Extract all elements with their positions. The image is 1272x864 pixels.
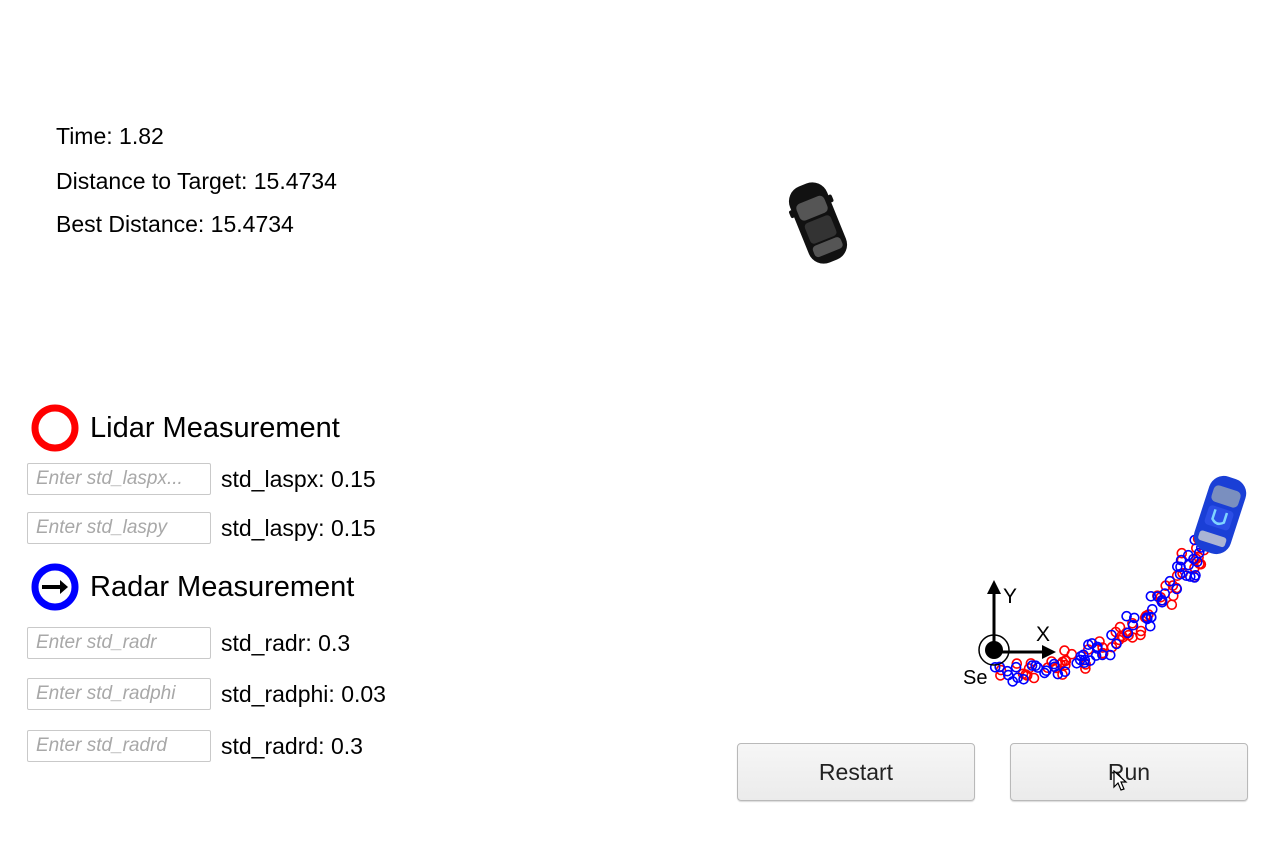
lidar-circle-icon <box>31 404 79 452</box>
target-car <box>788 182 848 264</box>
std-radr-value: std_radr: 0.3 <box>221 629 351 656</box>
std-laspx-input[interactable] <box>27 463 211 495</box>
x-axis-label: X <box>1036 623 1050 646</box>
param-row-laspy: std_laspy: 0.15 <box>27 512 418 544</box>
ego-car <box>1193 475 1247 555</box>
std-radr-input[interactable] <box>27 627 211 659</box>
radar-measurements <box>989 534 1207 687</box>
run-button[interactable]: Run <box>1010 743 1248 801</box>
lidar-legend-label: Lidar Measurement <box>90 411 340 444</box>
std-laspy-input[interactable] <box>27 512 211 544</box>
radar-legend-label: Radar Measurement <box>90 570 355 603</box>
param-row-radr: std_radr: 0.3 <box>27 627 418 659</box>
y-axis-label: Y <box>1003 585 1017 608</box>
std-radphi-input[interactable] <box>27 678 211 710</box>
sensor-origin-label: Se <box>963 667 987 689</box>
lidar-point <box>1166 599 1178 611</box>
param-row-radphi: std_radphi: 0.03 <box>27 678 418 710</box>
radar-arrow-icon <box>31 563 79 611</box>
param-row-radrd: std_radrd: 0.3 <box>27 730 418 762</box>
radar-legend: Radar Measurement <box>30 562 354 612</box>
std-laspy-value: std_laspy: 0.15 <box>221 514 376 541</box>
radar-point <box>1032 662 1044 673</box>
std-radrd-input[interactable] <box>27 730 211 762</box>
param-row-laspx: std_laspx: 0.15 <box>27 463 418 495</box>
std-radrd-value: std_radrd: 0.3 <box>221 732 363 759</box>
std-laspx-value: std_laspx: 0.15 <box>221 465 376 492</box>
restart-button[interactable]: Restart <box>737 743 975 801</box>
lidar-legend: Lidar Measurement <box>30 403 340 453</box>
cursor-pointer-icon <box>1113 770 1128 791</box>
std-radphi-value: std_radphi: 0.03 <box>221 680 386 707</box>
lidar-point <box>1059 645 1070 656</box>
